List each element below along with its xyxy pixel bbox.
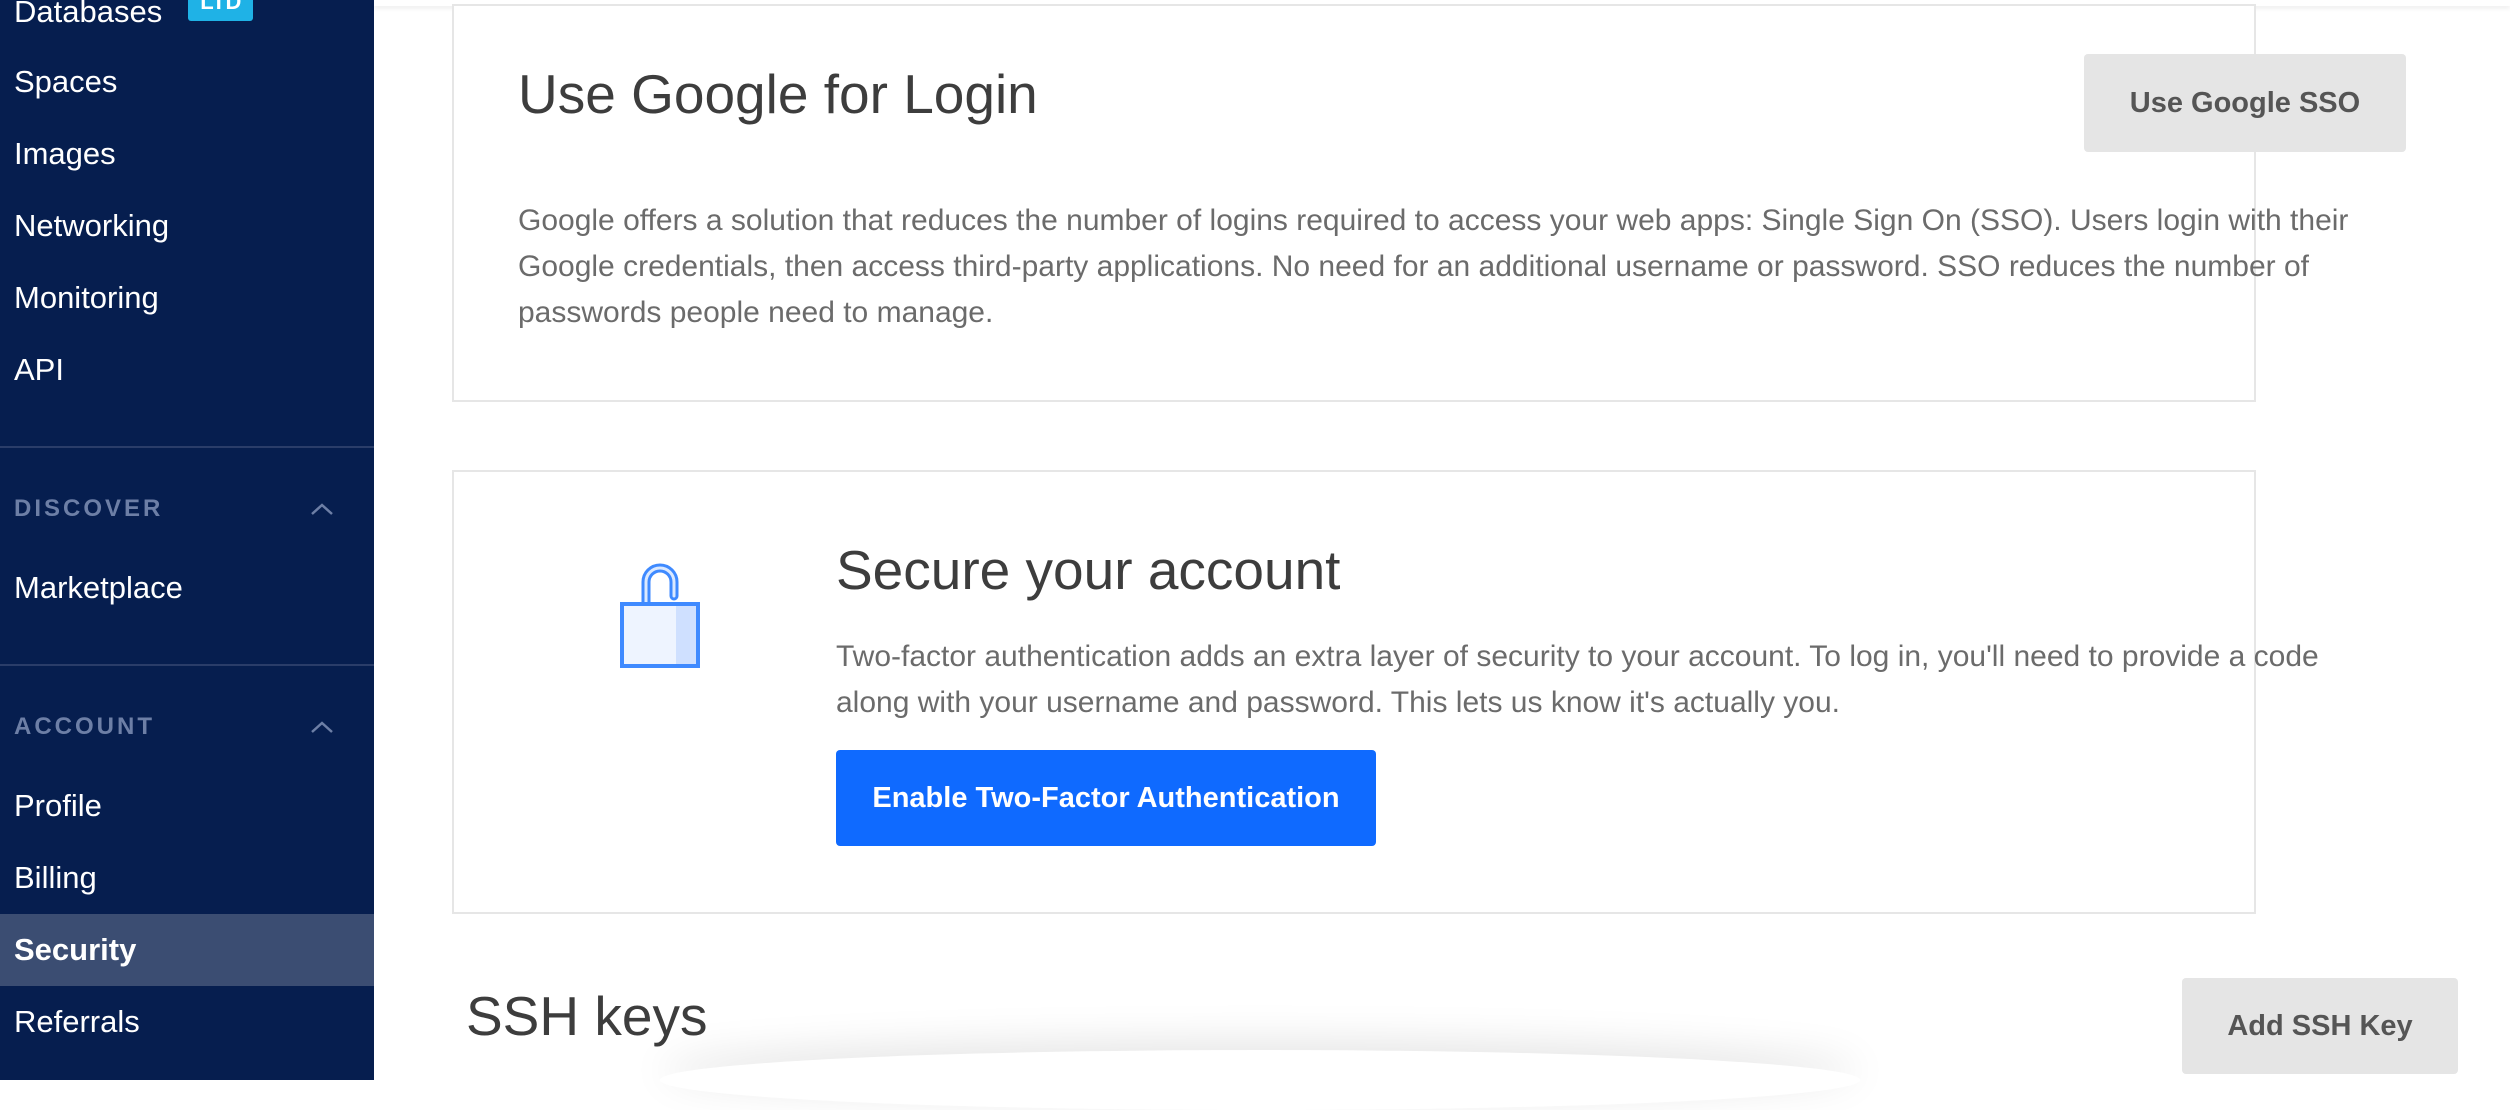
sidebar-item-security[interactable]: Security [0,914,374,986]
sidebar-item-databases[interactable]: Databases LTD [0,0,374,48]
sidebar-item-label: Spaces [14,64,118,99]
sidebar-item-images[interactable]: Images [0,118,374,190]
google-login-card: Use Google for Login Use Google SSO Goog… [452,4,2406,402]
chevron-up-icon [311,503,333,515]
two-factor-title: Secure your account [836,539,1341,601]
sidebar: Databases LTD Spaces Images Networking M… [0,0,374,1080]
sidebar-item-referrals[interactable]: Referrals [0,986,374,1058]
sidebar-item-label: Security [14,932,137,967]
sidebar-item-api[interactable]: API [0,334,374,406]
ltd-badge: LTD [188,0,254,21]
sidebar-item-label: Billing [14,860,97,895]
account-section-toggle[interactable]: ACCOUNT [0,702,374,752]
two-factor-description: Two-factor authentication adds an extra … [836,640,2319,719]
sidebar-item-label: Networking [14,208,170,243]
use-google-sso-button[interactable]: Use Google SSO [2084,54,2406,152]
two-factor-card: Secure your account Two-factor authentic… [452,470,2319,914]
sidebar-divider [0,446,374,448]
sidebar-item-networking[interactable]: Networking [0,190,374,262]
sidebar-item-label: API [14,352,64,387]
sidebar-item-label: Monitoring [14,280,159,315]
sidebar-item-label: Databases [14,0,163,29]
section-header-account: ACCOUNT [14,713,155,740]
ssh-keys-table-shadow [660,1050,1860,1110]
add-ssh-key-button[interactable]: Add SSH Key [2182,978,2458,1074]
chevron-up-icon [311,721,333,733]
sidebar-item-spaces[interactable]: Spaces [0,46,374,118]
sidebar-item-marketplace[interactable]: Marketplace [0,552,374,624]
section-header-discover: DISCOVER [14,495,164,522]
enable-two-factor-button[interactable]: Enable Two-Factor Authentication [836,750,1376,846]
unlocked-padlock-icon [620,563,700,668]
sidebar-item-profile[interactable]: Profile [0,770,374,842]
sidebar-item-label: Referrals [14,1004,140,1039]
google-login-title: Use Google for Login [518,63,1038,125]
sidebar-item-label: Marketplace [14,570,183,605]
sidebar-item-label: Profile [14,788,102,823]
sidebar-item-monitoring[interactable]: Monitoring [0,262,374,334]
sidebar-divider [0,664,374,666]
ssh-keys-title: SSH keys [466,985,708,1047]
sidebar-item-billing[interactable]: Billing [0,842,374,914]
discover-section-toggle[interactable]: DISCOVER [0,484,374,534]
sidebar-item-label: Images [14,136,116,171]
google-login-description: Google offers a solution that reduces th… [518,204,2349,329]
